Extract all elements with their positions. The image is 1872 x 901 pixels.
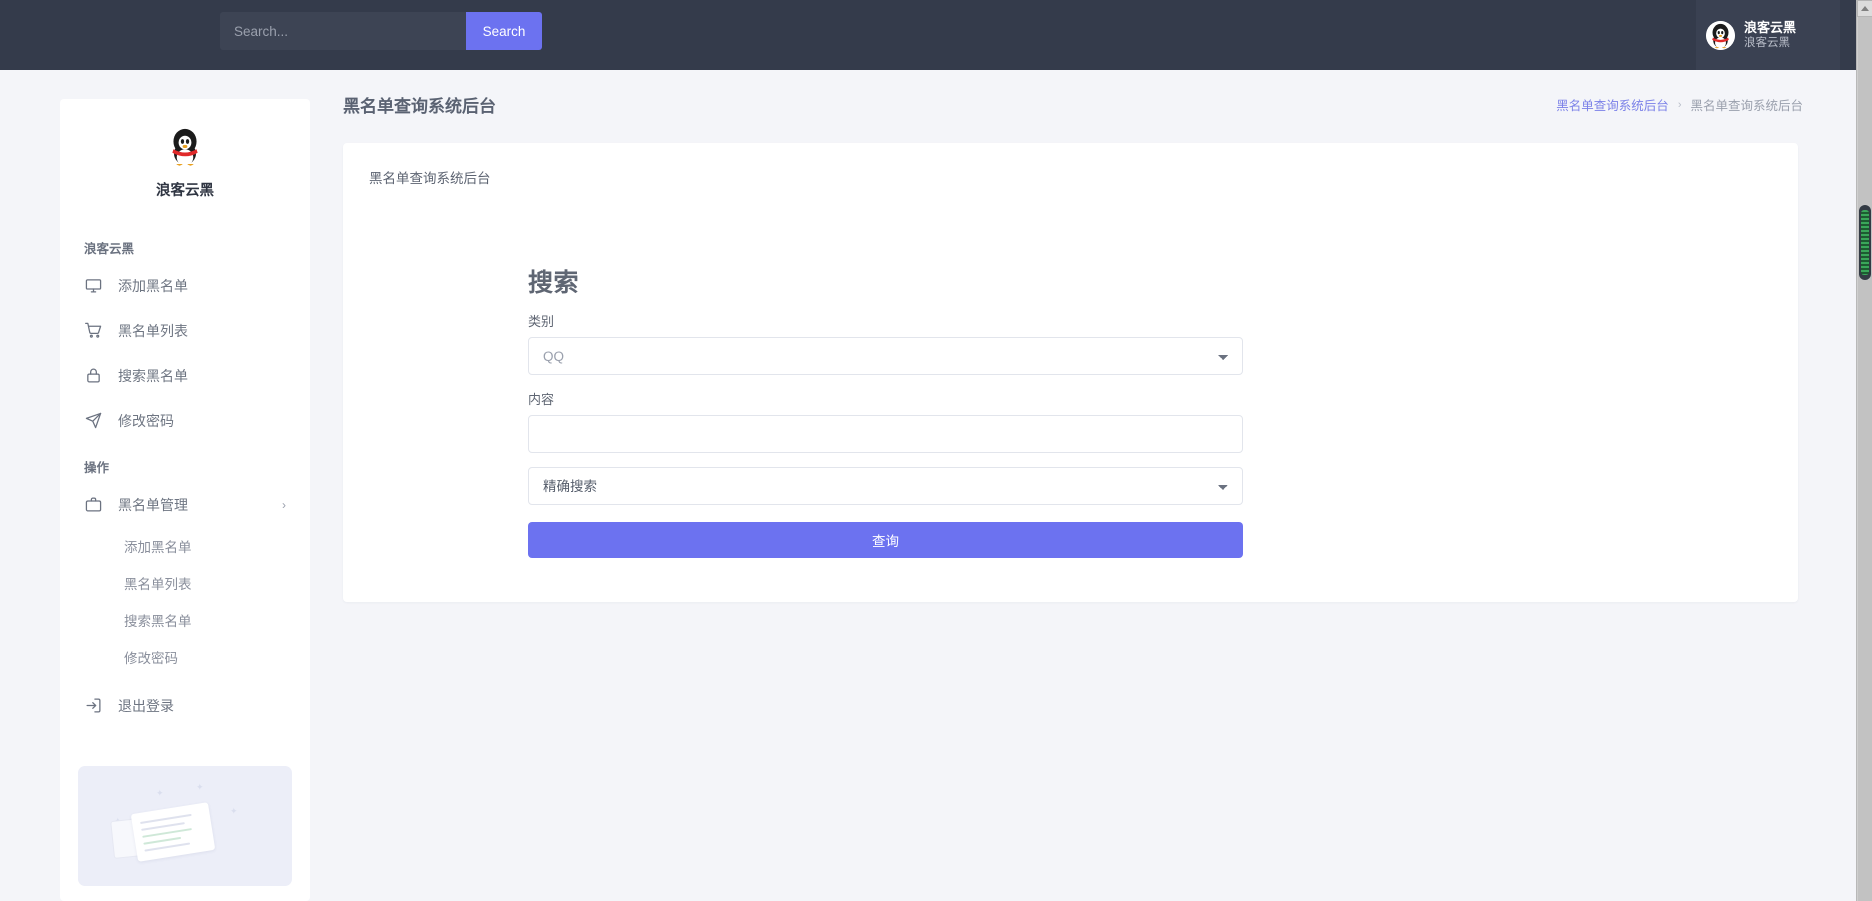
sidebar-item-label: 退出登录 — [118, 696, 174, 716]
scrollbar-thumb-stripes — [1861, 210, 1869, 275]
sidebar-item-change-password[interactable]: 修改密码 — [60, 398, 310, 443]
search-mode-select[interactable]: 精确搜索 — [528, 467, 1243, 505]
card-header-title: 黑名单查询系统后台 — [343, 143, 1798, 187]
query-button[interactable]: 查询 — [528, 522, 1243, 558]
sparkle-icon: ✦ — [230, 806, 238, 817]
page-title: 黑名单查询系统后台 — [343, 92, 496, 117]
category-label: 类别 — [528, 311, 1243, 330]
shopping-cart-icon — [84, 322, 102, 340]
sidebar-item-logout[interactable]: 退出登录 — [60, 683, 310, 728]
sidebar-subitem-blacklist-list[interactable]: 黑名单列表 — [60, 564, 310, 601]
breadcrumb: 黑名单查询系统后台 › 黑名单查询系统后台 — [1556, 95, 1803, 114]
sidebar-subitem-label: 黑名单列表 — [124, 573, 192, 593]
sidebar-item-label: 添加黑名单 — [118, 276, 188, 296]
paper-plane-icon — [84, 412, 102, 430]
sidebar-item-label: 修改密码 — [118, 411, 174, 431]
scroll-up-arrow-icon[interactable] — [1857, 0, 1872, 17]
sidebar-item-label: 黑名单管理 — [118, 495, 188, 515]
content-label: 内容 — [528, 389, 1243, 408]
user-subtitle: 浪客云黑 — [1744, 36, 1796, 50]
sparkle-icon: ✦ — [196, 782, 204, 793]
sidebar-item-blacklist-list[interactable]: 黑名单列表 — [60, 308, 310, 353]
sidebar: 浪客云黑 浪客云黑 添加黑名单 黑名单列表 搜索黑名单 — [60, 99, 310, 901]
sidebar-subitem-label: 添加黑名单 — [124, 536, 192, 556]
chevron-right-icon: › — [1678, 99, 1682, 111]
sidebar-item-label: 搜索黑名单 — [118, 366, 188, 386]
breadcrumb-current: 黑名单查询系统后台 — [1690, 95, 1803, 114]
sparkle-icon: ✦ — [156, 788, 164, 799]
scrollbar-track[interactable] — [1858, 17, 1872, 901]
sidebar-section-title-2: 操作 — [60, 443, 310, 482]
briefcase-icon — [84, 496, 102, 514]
sidebar-brand-name: 浪客云黑 — [156, 179, 214, 200]
search-input[interactable] — [220, 12, 466, 50]
chevron-right-icon: › — [282, 498, 286, 512]
monitor-icon — [84, 277, 102, 295]
sidebar-subitem-add-blacklist[interactable]: 添加黑名单 — [60, 527, 310, 564]
lock-icon — [84, 367, 102, 385]
sidebar-subitem-change-password[interactable]: 修改密码 — [60, 638, 310, 675]
vertical-scrollbar[interactable] — [1856, 0, 1872, 901]
qq-penguin-logo — [163, 125, 207, 169]
logout-icon — [84, 697, 102, 715]
page-header: 黑名单查询系统后台 黑名单查询系统后台 › 黑名单查询系统后台 — [343, 92, 1803, 117]
sidebar-item-blacklist-management[interactable]: 黑名单管理 › — [60, 482, 310, 527]
search-button[interactable]: Search — [466, 12, 542, 50]
content-card: 黑名单查询系统后台 搜索 类别 QQ 内容 精确搜索 查询 — [343, 143, 1798, 602]
user-labels: 浪客云黑 浪客云黑 — [1744, 20, 1796, 51]
qq-penguin-avatar — [1706, 21, 1735, 50]
sidebar-item-search-blacklist[interactable]: 搜索黑名单 — [60, 353, 310, 398]
sidebar-item-add-blacklist[interactable]: 添加黑名单 — [60, 263, 310, 308]
breadcrumb-link[interactable]: 黑名单查询系统后台 — [1556, 95, 1669, 114]
sidebar-item-label: 黑名单列表 — [118, 321, 188, 341]
sidebar-section-title-1: 浪客云黑 — [60, 224, 310, 263]
form-title: 搜索 — [528, 263, 1243, 299]
scrollbar-thumb[interactable] — [1859, 205, 1871, 280]
user-name: 浪客云黑 — [1744, 20, 1796, 36]
document-front-illustration — [131, 802, 216, 862]
sidebar-subitem-label: 修改密码 — [124, 647, 178, 667]
sidebar-brand: 浪客云黑 — [60, 125, 310, 224]
sidebar-promo-card: ✦ ✦ ✦ ✦ — [78, 766, 292, 886]
header-search-group: Search — [220, 12, 542, 50]
sidebar-subitem-label: 搜索黑名单 — [124, 610, 192, 630]
search-form: 搜索 类别 QQ 内容 精确搜索 查询 — [528, 263, 1243, 558]
content-input[interactable] — [528, 415, 1243, 453]
category-select[interactable]: QQ — [528, 337, 1243, 375]
top-header-bar: Search 浪客云黑 浪客云黑 — [0, 0, 1856, 70]
user-menu[interactable]: 浪客云黑 浪客云黑 — [1696, 0, 1840, 70]
sidebar-subitem-search-blacklist[interactable]: 搜索黑名单 — [60, 601, 310, 638]
